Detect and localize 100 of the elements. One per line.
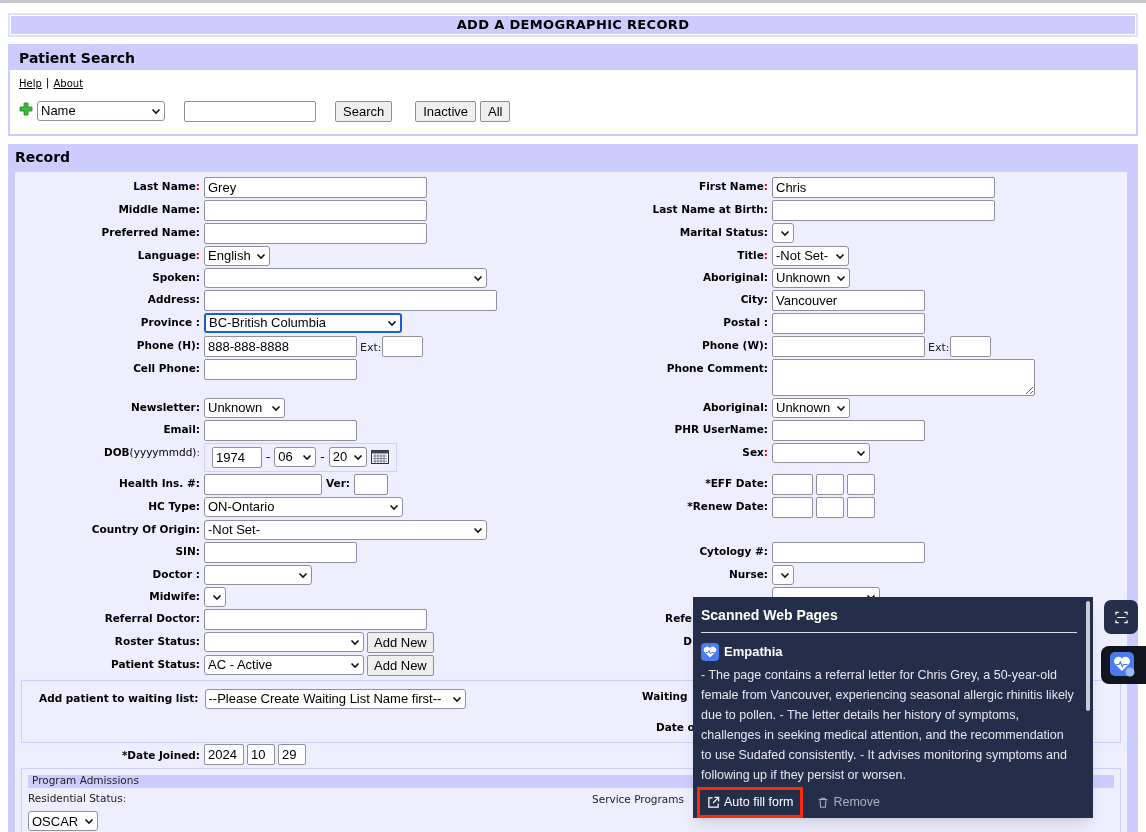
input-field[interactable]: 2024 <box>204 743 244 765</box>
remove-button[interactable]: Remove <box>807 786 890 818</box>
dropdown[interactable]: -Not Set- <box>204 519 487 540</box>
field-label: Midwife: <box>149 589 200 603</box>
dropdown[interactable] <box>204 586 226 607</box>
input-field[interactable]: 1974 <box>212 446 262 468</box>
field-label: Phone (H): <box>136 338 200 352</box>
field-label: Spoken: <box>152 270 200 284</box>
dropdown[interactable]: -Not Set- <box>772 245 849 266</box>
field-label: Patient Status: <box>111 657 200 671</box>
dropdown[interactable]: Unknown <box>204 397 285 418</box>
input-field[interactable] <box>816 496 844 518</box>
field-label: Health Ins. #: <box>118 476 200 490</box>
text-area[interactable] <box>772 358 1035 396</box>
input-field[interactable] <box>772 496 813 518</box>
popup-title: Scanned Web Pages <box>701 605 1077 633</box>
input-field[interactable]: Grey <box>204 176 427 198</box>
input-field[interactable] <box>772 335 925 357</box>
input-field[interactable] <box>772 312 925 334</box>
field-label: DOB(yyyymmdd): <box>103 445 200 459</box>
scan-button[interactable] <box>1104 600 1138 634</box>
field-label: Roster Status: <box>114 634 200 648</box>
field-label: Sex: <box>742 445 768 459</box>
dropdown[interactable]: AC - Active <box>204 655 364 675</box>
help-link[interactable]: Help <box>19 75 42 91</box>
input-field[interactable] <box>772 473 813 495</box>
input-field[interactable] <box>184 100 316 122</box>
input-field[interactable] <box>772 199 995 221</box>
input-field[interactable]: 888-888-8888 <box>204 335 357 357</box>
input-field[interactable] <box>204 541 357 563</box>
dropdown[interactable]: Unknown <box>772 397 850 418</box>
input-field[interactable] <box>204 289 497 311</box>
app-button[interactable] <box>1101 646 1146 684</box>
dropdown[interactable]: 20 <box>328 447 367 467</box>
field-label: Province : <box>140 315 200 329</box>
input-field[interactable] <box>204 419 357 441</box>
dropdown[interactable]: --Please Create Waiting List Name first-- <box>204 688 466 709</box>
field-label: Nurse: <box>729 567 768 581</box>
field-label: Waiting <box>642 688 688 704</box>
input-field[interactable] <box>847 496 875 518</box>
calendar-icon[interactable] <box>370 450 389 464</box>
dropdown[interactable]: OSCAR <box>28 811 98 832</box>
dropdown[interactable]: Unknown <box>772 267 850 288</box>
field-label: Aboriginal: <box>702 270 768 284</box>
input-field[interactable] <box>204 473 322 495</box>
add-icon[interactable] <box>19 102 33 116</box>
input-field[interactable] <box>847 473 875 495</box>
field-label: Cytology #: <box>699 544 768 558</box>
add-new-button[interactable]: Add New <box>367 654 434 676</box>
input-field[interactable] <box>950 335 992 357</box>
scan-icon <box>1114 610 1128 624</box>
field-label: City: <box>740 292 768 306</box>
field-label: HC Type: <box>148 499 200 513</box>
input-field[interactable] <box>772 419 925 441</box>
search-button[interactable]: Inactive <box>415 100 476 122</box>
field-label: Postal : <box>723 315 768 329</box>
dropdown[interactable]: English <box>204 245 270 266</box>
panel-title: Patient Search <box>10 46 1136 70</box>
input-field[interactable] <box>204 222 427 244</box>
field-label: Cell Phone: <box>133 361 200 375</box>
panel-title: Record <box>15 148 72 167</box>
field-label: Phone (W): <box>702 338 768 352</box>
dropdown[interactable]: 06 <box>274 447 317 467</box>
input-field[interactable] <box>354 473 389 495</box>
separator-text: - <box>266 448 271 467</box>
trash-icon <box>817 795 830 809</box>
page-title: ADD A DEMOGRAPHIC RECORD <box>11 16 1135 34</box>
field-label: PHR UserName: <box>674 422 768 436</box>
field-label: First Name: <box>699 179 768 193</box>
autofill-button[interactable]: Auto fill form <box>697 786 804 818</box>
field-label: Add patient to waiting list: <box>39 690 200 706</box>
input-field[interactable]: 29 <box>278 743 306 765</box>
dropdown[interactable] <box>772 222 794 243</box>
dropdown[interactable]: ON-Ontario <box>204 496 403 517</box>
search-button[interactable]: All <box>480 100 511 122</box>
link-separator: | <box>45 75 50 91</box>
dropdown[interactable] <box>772 564 794 585</box>
dropdown[interactable]: Name <box>37 101 165 121</box>
field-label: Last Name: <box>133 179 200 193</box>
input-field[interactable] <box>816 473 844 495</box>
field-label: Language: <box>137 248 200 262</box>
separator-text: - <box>320 448 325 467</box>
input-field[interactable] <box>204 608 427 630</box>
external-link-icon <box>707 795 720 809</box>
field-label: Title: <box>737 248 768 262</box>
input-field[interactable]: 10 <box>247 743 275 765</box>
input-field[interactable] <box>204 199 427 221</box>
input-field[interactable]: Chris <box>772 176 995 198</box>
dropdown[interactable]: BC-British Columbia <box>204 312 402 333</box>
input-field[interactable] <box>204 358 357 380</box>
field-label: D <box>683 634 692 648</box>
field-label: Newsletter: <box>130 400 200 414</box>
help-link[interactable]: About <box>53 75 84 91</box>
search-button[interactable]: Search <box>335 100 393 122</box>
ext-label: Ext: <box>360 340 382 356</box>
input-field[interactable]: Vancouver <box>772 289 925 311</box>
field-label: *EFF Date: <box>705 476 768 490</box>
input-field[interactable] <box>772 541 925 563</box>
input-field[interactable] <box>382 335 424 357</box>
add-new-button[interactable]: Add New <box>367 631 434 653</box>
